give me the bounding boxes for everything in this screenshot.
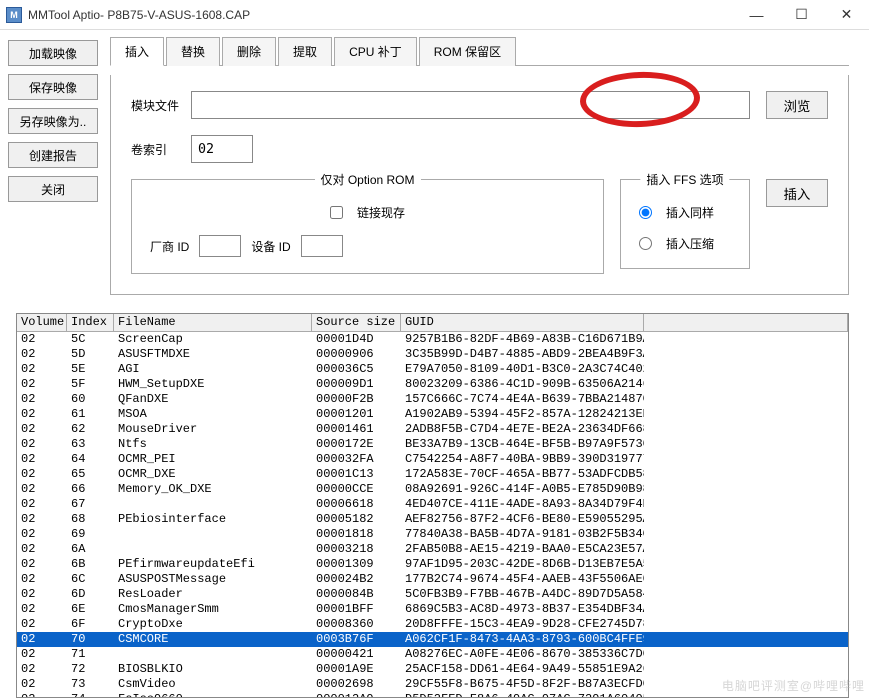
option-rom-title: 仅对 Option ROM xyxy=(314,171,420,188)
vendor-id-input[interactable] xyxy=(199,235,241,257)
table-row[interactable]: 0264OCMR_PEI000032FAC7542254-A8F7-40BA-9… xyxy=(17,452,848,467)
device-id-label: 设备 ID xyxy=(251,238,290,255)
table-row[interactable]: 0268PEbiosinterface00005182AEF82756-87F2… xyxy=(17,512,848,527)
load-image-button[interactable]: 加载映像 xyxy=(8,40,98,66)
col-index[interactable]: Index xyxy=(67,314,114,331)
table-row[interactable]: 0262MouseDriver000014612ADB8F5B-C7D4-4E7… xyxy=(17,422,848,437)
col-guid[interactable]: GUID xyxy=(401,314,644,331)
volume-index-label: 卷索引 xyxy=(131,141,191,158)
table-body[interactable]: 025CScreenCap00001D4D9257B1B6-82DF-4B69-… xyxy=(17,332,848,697)
option-rom-group: 仅对 Option ROM 链接现存 厂商 ID 设备 ID xyxy=(131,179,604,274)
tab-delete[interactable]: 删除 xyxy=(222,37,276,66)
table-row[interactable]: 0272BIOSBLKIO00001A9E25ACF158-DD61-4E64-… xyxy=(17,662,848,677)
table-row[interactable]: 027100000421A08276EC-A0FE-4E06-8670-3853… xyxy=(17,647,848,662)
maximize-button[interactable]: ☐ xyxy=(779,0,824,29)
tab-insert[interactable]: 插入 xyxy=(110,37,164,66)
tab-replace[interactable]: 替换 xyxy=(166,37,220,66)
table-row[interactable]: 0261MSOA00001201A1902AB9-5394-45F2-857A-… xyxy=(17,407,848,422)
table-row[interactable]: 026A000032182FAB50B8-AE15-4219-BAA0-E5CA… xyxy=(17,542,848,557)
save-image-button[interactable]: 保存映像 xyxy=(8,74,98,100)
ffs-options-group: 插入 FFS 选项 插入同样 插入压缩 xyxy=(620,179,750,269)
tab-cpu-patch[interactable]: CPU 补丁 xyxy=(334,37,417,66)
insert-button[interactable]: 插入 xyxy=(766,179,828,207)
col-spacer xyxy=(644,314,848,331)
table-row[interactable]: 0274FsIso9660000012A9D5D52FED-F8A6-49AC-… xyxy=(17,692,848,697)
close-file-button[interactable]: 关闭 xyxy=(8,176,98,202)
table-row[interactable]: 025CScreenCap00001D4D9257B1B6-82DF-4B69-… xyxy=(17,332,848,347)
insert-compress-label: 插入压缩 xyxy=(666,235,714,252)
table-row[interactable]: 026CASUSPOSTMessage000024B2177B2C74-9674… xyxy=(17,572,848,587)
link-existing-checkbox[interactable] xyxy=(330,206,343,219)
table-row[interactable]: 0265OCMR_DXE00001C13172A583E-70CF-465A-B… xyxy=(17,467,848,482)
table-row[interactable]: 025FHWM_SetupDXE000009D180023209-6386-4C… xyxy=(17,377,848,392)
table-row[interactable]: 026BPEfirmwareupdateEfi0000130997AF1D95-… xyxy=(17,557,848,572)
link-existing-label: 链接现存 xyxy=(357,204,405,221)
module-table: Volume Index FileName Source size GUID 0… xyxy=(16,313,849,698)
table-row[interactable]: 026ECmosManagerSmm00001BFF6869C5B3-AC8D-… xyxy=(17,602,848,617)
volume-index-input[interactable] xyxy=(191,135,253,163)
ffs-options-title: 插入 FFS 选项 xyxy=(640,171,729,188)
save-image-as-button[interactable]: 另存映像为.. xyxy=(8,108,98,134)
table-row[interactable]: 02690000181877840A38-BA5B-4D7A-9181-03B2… xyxy=(17,527,848,542)
table-row[interactable]: 0267000066184ED407CE-411E-4ADE-8A93-8A34… xyxy=(17,497,848,512)
tab-bar: 插入 替换 删除 提取 CPU 补丁 ROM 保留区 xyxy=(110,36,849,66)
col-filename[interactable]: FileName xyxy=(114,314,312,331)
table-row[interactable]: 025DASUSFTMDXE000009063C35B99D-D4B7-4885… xyxy=(17,347,848,362)
table-row[interactable]: 026FCryptoDxe0000836020D8FFFE-15C3-4EA9-… xyxy=(17,617,848,632)
insert-panel: 模块文件 浏览 卷索引 仅对 Option ROM 链接现存 厂商 ID xyxy=(110,75,849,295)
tab-extract[interactable]: 提取 xyxy=(278,37,332,66)
browse-button[interactable]: 浏览 xyxy=(766,91,828,119)
col-source-size[interactable]: Source size xyxy=(312,314,401,331)
table-row[interactable]: 0270CSMCORE0003B76FA062CF1F-8473-4AA3-87… xyxy=(17,632,848,647)
module-file-label: 模块文件 xyxy=(131,97,191,114)
window-title: MMTool Aptio- P8B75-V-ASUS-1608.CAP xyxy=(28,8,734,22)
insert-compress-radio[interactable] xyxy=(639,237,652,250)
tab-rom-reserved[interactable]: ROM 保留区 xyxy=(419,37,516,66)
table-row[interactable]: 0260QFanDXE00000F2B157C666C-7C74-4E4A-B6… xyxy=(17,392,848,407)
table-row[interactable]: 0273CsmVideo0000269829CF55F8-B675-4F5D-8… xyxy=(17,677,848,692)
minimize-button[interactable]: — xyxy=(734,0,779,29)
insert-same-radio[interactable] xyxy=(639,206,652,219)
module-file-input[interactable] xyxy=(191,91,750,119)
insert-same-label: 插入同样 xyxy=(666,204,714,221)
table-row[interactable]: 025EAGI000036C5E79A7050-8109-40D1-B3C0-2… xyxy=(17,362,848,377)
app-icon: M xyxy=(6,7,22,23)
vendor-id-label: 厂商 ID xyxy=(150,238,189,255)
table-row[interactable]: 0266Memory_OK_DXE00000CCE08A92691-926C-4… xyxy=(17,482,848,497)
create-report-button[interactable]: 创建报告 xyxy=(8,142,98,168)
close-button[interactable]: ✕ xyxy=(824,0,869,29)
col-volume[interactable]: Volume xyxy=(17,314,67,331)
table-row[interactable]: 0263Ntfs0000172EBE33A7B9-13CB-464E-BF5B-… xyxy=(17,437,848,452)
table-row[interactable]: 026DResLoader0000084B5C0FB3B9-F7BB-467B-… xyxy=(17,587,848,602)
device-id-input[interactable] xyxy=(301,235,343,257)
